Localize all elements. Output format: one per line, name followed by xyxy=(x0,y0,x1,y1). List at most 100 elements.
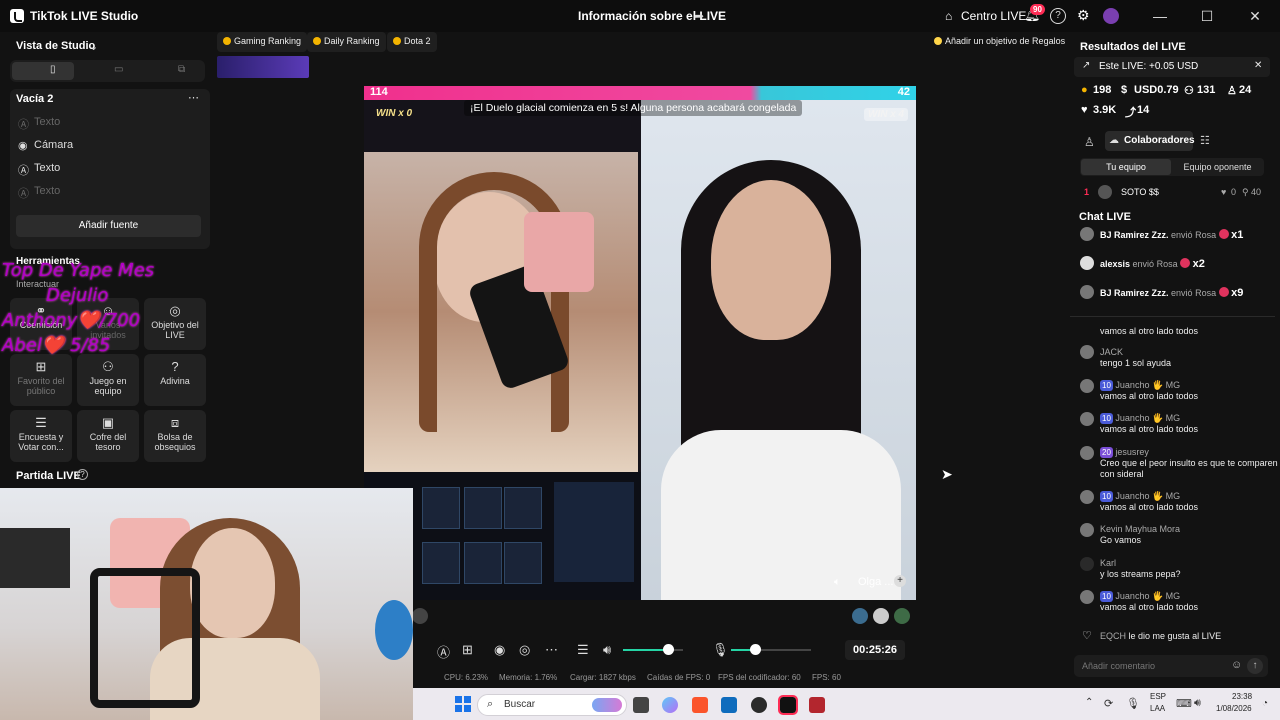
collaborators-tab[interactable]: ☁ Colaboradores xyxy=(1105,131,1195,151)
ai-icon[interactable]: Ⓐ xyxy=(437,642,450,661)
close-icon[interactable]: ✕ xyxy=(1245,8,1265,25)
gift-bag-tool[interactable]: ⧈ Bolsa de obsequios xyxy=(144,410,206,462)
volume-icon[interactable]: 🔊︎ xyxy=(1194,697,1201,710)
windows-start-icon[interactable] xyxy=(455,696,471,712)
brave-browser-icon[interactable] xyxy=(692,697,708,713)
viewer-avatar[interactable] xyxy=(894,608,910,624)
source-item[interactable]: Cámara xyxy=(34,139,73,151)
maximize-icon[interactable]: ☐ xyxy=(1197,8,1217,25)
avatar[interactable] xyxy=(1080,490,1094,504)
speaker-icon[interactable]: 🔊︎ xyxy=(603,642,611,658)
centro-live-button[interactable]: Centro LIVE xyxy=(961,9,1026,23)
guess-tool[interactable]: ? Adivina xyxy=(144,354,206,406)
live-goal-tool[interactable]: ◎ Objetivo del LIVE xyxy=(144,298,206,350)
avatar[interactable] xyxy=(1080,379,1094,393)
landscape-icon[interactable]: ▭ xyxy=(114,64,123,75)
treasure-chest-tool[interactable]: ▣ Cofre del tesoro xyxy=(77,410,139,462)
microphone-icon[interactable]: 🎙︎ xyxy=(712,642,729,658)
minimize-icon[interactable]: — xyxy=(1150,8,1170,24)
contributor-hearts: 0 xyxy=(1231,187,1237,197)
viewer-avatar[interactable] xyxy=(873,608,889,624)
list-icon[interactable]: ☷ xyxy=(1200,134,1210,147)
notification-icon[interactable]: ◔ xyxy=(1262,698,1268,709)
avatar[interactable] xyxy=(1098,185,1112,199)
volume-slider[interactable] xyxy=(623,644,683,655)
tiktok-studio-icon[interactable] xyxy=(778,695,798,715)
copilot-icon[interactable] xyxy=(662,697,678,713)
add-scene-icon[interactable]: ⊞ xyxy=(462,642,473,658)
task-view-icon[interactable] xyxy=(633,697,649,713)
lang-primary[interactable]: ESP xyxy=(1150,692,1166,701)
source-item[interactable]: Texto xyxy=(34,116,60,128)
more-icon[interactable]: ⋯ xyxy=(545,642,558,658)
mute-icon[interactable]: 🔈︎ xyxy=(834,576,841,589)
studio-view-label[interactable]: Vista de Studio xyxy=(16,40,95,52)
sync-icon[interactable]: ⟳ xyxy=(1104,697,1113,710)
close-icon[interactable]: ✕ xyxy=(1254,60,1262,71)
volume-knob[interactable] xyxy=(663,644,674,655)
avatar[interactable] xyxy=(1103,8,1119,24)
avatar[interactable] xyxy=(1080,523,1094,537)
user-icon[interactable]: ♙ xyxy=(1084,135,1095,149)
chevron-up-icon[interactable]: ⌃ xyxy=(1085,697,1093,708)
favorite-audience-tool[interactable]: ⊞ Favorito del público xyxy=(10,354,72,406)
event-banner[interactable] xyxy=(217,56,309,78)
multi-layout-icon[interactable]: ⧉ xyxy=(178,64,185,75)
settings-sliders-icon[interactable]: ☰ xyxy=(577,642,589,658)
clock-time[interactable]: 23:38 xyxy=(1232,692,1252,701)
effects-icon[interactable]: ◎ xyxy=(519,642,530,658)
avatar[interactable] xyxy=(1080,557,1094,571)
share-icon[interactable]: ➦ xyxy=(694,9,704,23)
record-icon[interactable]: ◉ xyxy=(494,642,505,658)
avatar[interactable] xyxy=(1080,345,1094,359)
portrait-option[interactable] xyxy=(12,62,74,80)
home-icon[interactable]: ⌂ xyxy=(945,9,952,23)
comment-input[interactable]: Añadir comentario ☺ ↑ xyxy=(1074,655,1268,677)
earnings-box[interactable]: ↗ Este LIVE: +0.05 USD ✕ xyxy=(1074,57,1270,77)
source-item[interactable]: Texto xyxy=(34,162,60,174)
dota-chip[interactable]: Dota 2 xyxy=(387,32,437,52)
app-icon[interactable] xyxy=(809,697,825,713)
camera-preview-image xyxy=(0,488,413,720)
live-canvas[interactable]: 114 42 WIN x 0 WIN x 4 ¡El Duelo glacial… xyxy=(364,86,916,600)
lang-secondary[interactable]: LAA xyxy=(1150,704,1165,713)
add-gift-goal-button[interactable]: Añadir un objetivo de Regalos xyxy=(928,32,1071,52)
avatar[interactable] xyxy=(1080,446,1094,460)
gaming-ranking-chip[interactable]: Gaming Ranking xyxy=(217,32,308,52)
avatar[interactable] xyxy=(1080,412,1094,426)
team-game-tool[interactable]: ⚇ Juego en equipo xyxy=(77,354,139,406)
help-icon[interactable]: ? xyxy=(1050,8,1066,24)
source-item[interactable]: Texto xyxy=(34,185,60,197)
duel-banner[interactable]: ¡El Duelo glacial comienza en 5 s! Algun… xyxy=(464,100,803,116)
tab-opponent-team[interactable]: Equipo oponente xyxy=(1172,159,1263,175)
microphone-icon[interactable]: 🎙︎ xyxy=(1126,697,1140,710)
clock-date[interactable]: 1/08/2026 xyxy=(1216,704,1252,713)
avatar[interactable] xyxy=(1080,590,1094,604)
obs-icon[interactable] xyxy=(751,697,767,713)
daily-ranking-chip[interactable]: Daily Ranking xyxy=(307,32,386,52)
mouse-cursor-icon: ➤ xyxy=(941,466,953,482)
tab-your-team[interactable]: Tu equipo xyxy=(1081,159,1171,175)
contributor-name[interactable]: SOTO $$ xyxy=(1121,187,1159,197)
network-icon[interactable]: ⌨ xyxy=(1176,697,1192,710)
more-options-icon[interactable]: ⋯ xyxy=(188,91,199,104)
host-avatar[interactable] xyxy=(412,608,428,624)
settings-gear-icon[interactable]: ⚙ xyxy=(1077,7,1090,24)
mic-slider[interactable] xyxy=(731,644,811,655)
taskbar-search-input[interactable]: ⌕ Buscar xyxy=(477,694,627,716)
store-icon[interactable] xyxy=(721,697,737,713)
mic-knob[interactable] xyxy=(750,644,761,655)
avatar[interactable] xyxy=(1080,256,1094,270)
scene-name[interactable]: Vacía 2 xyxy=(16,93,53,105)
send-arrow-icon[interactable]: ↑ xyxy=(1247,658,1263,674)
chevron-down-icon[interactable]: ⌄ xyxy=(89,40,98,53)
add-icon[interactable]: + xyxy=(894,575,906,587)
poll-tool[interactable]: ☰ Encuesta y Votar con... xyxy=(10,410,72,462)
avatar[interactable] xyxy=(1080,285,1094,299)
emoji-icon[interactable]: ☺ xyxy=(1231,659,1242,671)
avatar[interactable] xyxy=(1080,227,1094,241)
info-icon[interactable]: ? xyxy=(77,469,88,480)
add-source-button[interactable]: Añadir fuente xyxy=(16,215,201,237)
guest-name[interactable]: Olga ... xyxy=(858,576,893,588)
viewer-avatar[interactable] xyxy=(852,608,868,624)
